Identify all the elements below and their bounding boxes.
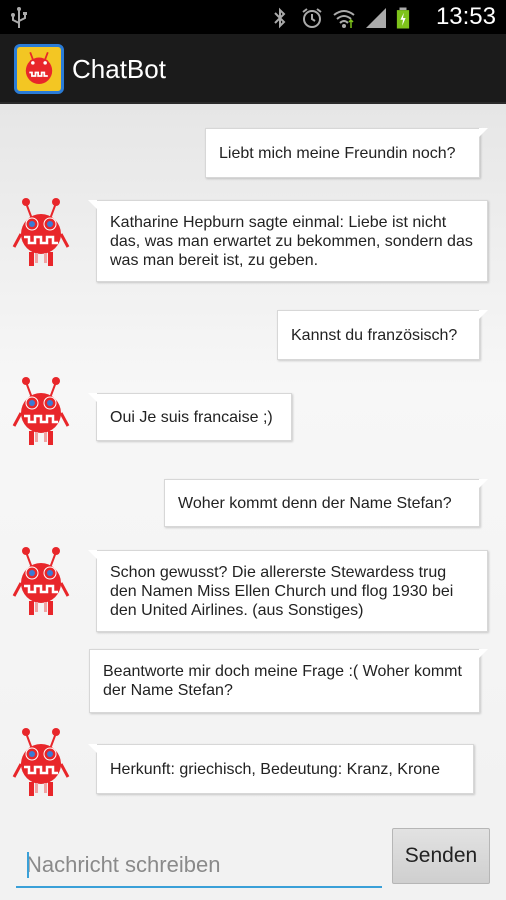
wifi-icon <box>333 10 355 28</box>
bot-avatar-icon <box>12 547 70 615</box>
message-text: Liebt mich meine Freundin noch? <box>219 144 456 162</box>
text-cursor <box>27 852 29 878</box>
message-text: Woher kommt denn der Name Stefan? <box>178 494 452 512</box>
message-text: Kannst du französisch? <box>291 326 458 344</box>
bot-message-bubble[interactable]: Schon gewusst? Die allererste Stewardess… <box>88 550 488 632</box>
message-text: Beantworte mir doch meine Frage :( Woher… <box>103 663 462 699</box>
signal-icon <box>366 8 386 28</box>
user-message-bubble[interactable]: Woher kommt denn der Name Stefan? <box>164 479 488 527</box>
bot-message-bubble[interactable]: Katharine Hepburn sagte einmal: Liebe is… <box>88 200 488 282</box>
user-message-bubble[interactable]: Kannst du französisch? <box>277 310 488 360</box>
message-text: Herkunft: griechisch, Bedeutung: Kranz, … <box>110 760 440 778</box>
message-composer: Senden <box>0 814 506 900</box>
battery-charging-icon <box>396 7 410 29</box>
app-logo-icon <box>14 44 64 94</box>
message-input[interactable] <box>16 844 382 888</box>
alarm-icon <box>302 8 322 28</box>
bot-message-bubble[interactable]: Oui Je suis francaise ;) <box>88 393 292 441</box>
bot-message-bubble[interactable]: Herkunft: griechisch, Bedeutung: Kranz, … <box>88 744 474 794</box>
app-title: ChatBot <box>72 54 166 84</box>
bot-avatar-icon <box>12 377 70 445</box>
message-text: Katharine Hepburn sagte einmal: Liebe is… <box>110 213 473 269</box>
message-text: Schon gewusst? Die allererste Stewardess… <box>110 563 454 619</box>
user-message-bubble[interactable]: Beantworte mir doch meine Frage :( Woher… <box>89 649 488 713</box>
send-button[interactable]: Senden <box>392 828 490 884</box>
action-bar: ChatBot <box>0 34 506 104</box>
status-bar: 13:53 <box>0 0 506 34</box>
message-text: Oui Je suis francaise ;) <box>110 408 273 426</box>
chat-list[interactable]: Liebt mich meine Freundin noch? Katharin… <box>0 104 506 814</box>
bot-avatar-icon <box>12 728 70 796</box>
bot-avatar-icon <box>12 198 70 266</box>
bluetooth-icon <box>274 7 286 29</box>
usb-icon <box>11 7 27 28</box>
user-message-bubble[interactable]: Liebt mich meine Freundin noch? <box>205 128 488 178</box>
clock: 13:53 <box>435 3 496 30</box>
